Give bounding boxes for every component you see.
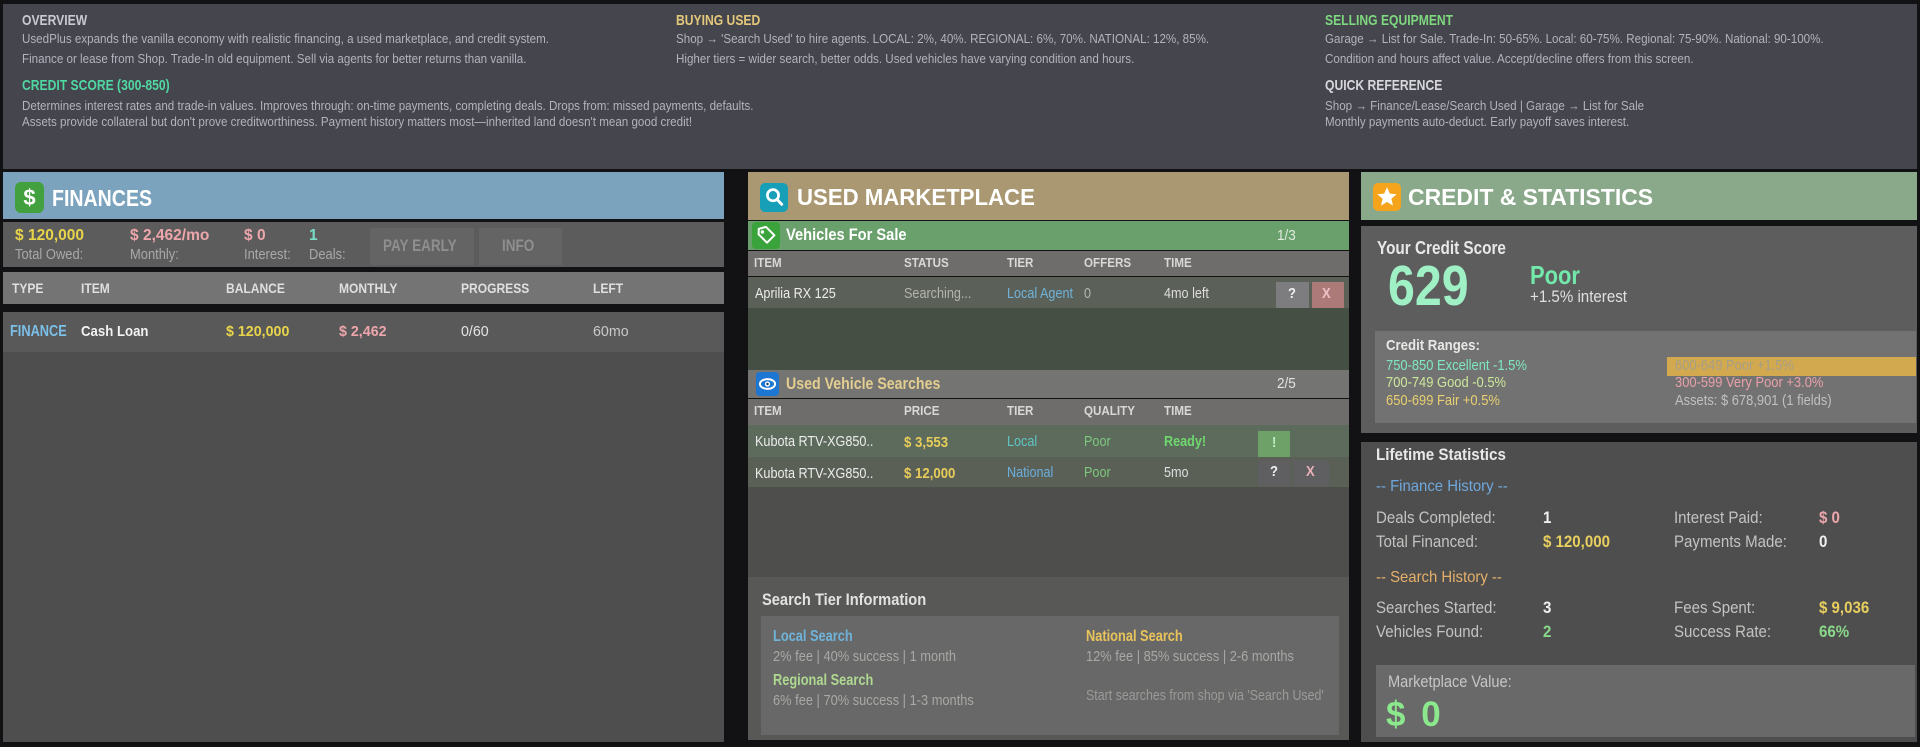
svg-text:$: $: [23, 185, 35, 210]
